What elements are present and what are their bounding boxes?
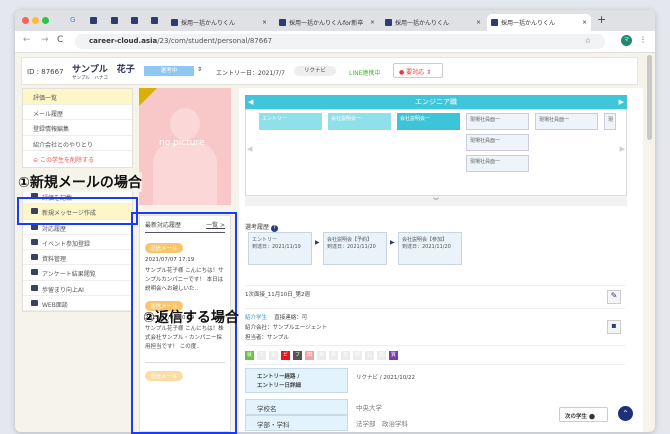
stage[interactable]: エントリー bbox=[259, 113, 322, 130]
document-icon bbox=[31, 254, 38, 261]
star-icon bbox=[139, 88, 157, 106]
menu-mail-history[interactable]: メール履歴 bbox=[23, 105, 132, 120]
alert-select[interactable]: ● 要対応 ⇕ bbox=[393, 63, 443, 78]
tag-chip[interactable]: ビ bbox=[281, 351, 290, 360]
tag-list: 就エ事ビフ田あ貴丈顔じ説質 bbox=[245, 350, 401, 360]
prev-icon[interactable]: ◀ bbox=[248, 95, 253, 109]
tag-chip[interactable]: フ bbox=[293, 351, 302, 360]
menu-web-interview[interactable]: WEB面談 bbox=[23, 296, 132, 312]
scrollbar[interactable] bbox=[647, 55, 652, 140]
faculty-value: 法学部 政治学科 bbox=[356, 420, 408, 428]
avatar[interactable]: マ bbox=[621, 35, 632, 46]
menu-yield-ai[interactable]: 歩留まり向上AI bbox=[23, 281, 132, 297]
stage[interactable]: 会社説明会一 bbox=[397, 113, 460, 130]
student-name: サンプル 花子 bbox=[72, 65, 135, 75]
stage[interactable]: 現場社員面一 bbox=[466, 113, 529, 130]
tag-chip[interactable]: エ bbox=[257, 351, 266, 360]
tab-bar: G 採用一括かんりくん × 採用一括かんりくんfor新卒 × 採用一括かんりくん × … bbox=[15, 10, 655, 31]
selection-history-title: 選考履歴 ? bbox=[245, 222, 278, 232]
history-step: エントリー 到達日：2021/11/19 bbox=[248, 232, 312, 265]
pipeline-header: ◀ エンジニア職 ▶ bbox=[245, 95, 627, 109]
profile-picture: no picture bbox=[139, 88, 231, 205]
delete-student-link[interactable]: ⊖ この学生を削除する bbox=[23, 151, 132, 167]
menu-icon[interactable]: ⋮ bbox=[639, 35, 647, 44]
tag-chip[interactable]: 事 bbox=[269, 351, 278, 360]
forward-icon[interactable]: → bbox=[41, 35, 49, 45]
menu-documents[interactable]: 資料管理 bbox=[23, 250, 132, 266]
chart-icon bbox=[31, 269, 38, 276]
menu-evaluations[interactable]: 評価一覧 bbox=[23, 89, 132, 105]
stage[interactable]: 会社説明会一 bbox=[328, 113, 391, 130]
help-icon: ? bbox=[270, 225, 278, 232]
line-status: LINE連携中 bbox=[349, 70, 381, 77]
tag-chip[interactable]: じ bbox=[365, 351, 374, 360]
star-icon: ☆ bbox=[584, 37, 591, 45]
url-input[interactable]: career-cloud.asia/23/com/student/persona… bbox=[75, 34, 605, 49]
faculty-label: 学部・学科 bbox=[245, 415, 348, 431]
scroll-top-button[interactable]: ⌃ bbox=[618, 406, 633, 421]
tab[interactable]: 採用一括かんりくんfor新卒 × bbox=[275, 14, 379, 31]
menu-agency[interactable]: 紹介会社とのやりとり bbox=[23, 136, 132, 151]
source-badge: リクナビ bbox=[294, 66, 336, 76]
stage[interactable]: 現場社員面一 bbox=[535, 113, 598, 130]
chat-icon[interactable]: ▪ bbox=[607, 320, 621, 334]
reload-icon[interactable]: C bbox=[57, 35, 63, 45]
pipeline-board: ◀ ▶ エントリー 会社説明会一 会社説明会一 現場社員面一 現場社員面一 現場… bbox=[245, 109, 627, 196]
scroll-left-icon[interactable]: ◀ bbox=[247, 145, 252, 153]
monitor-icon bbox=[31, 300, 38, 307]
tab[interactable]: 採用一括かんりくん × bbox=[167, 14, 271, 31]
tag-chip[interactable]: あ bbox=[317, 351, 326, 360]
menu-edit-info[interactable]: 登録情報編集 bbox=[23, 120, 132, 136]
school-name-label: 学校名 bbox=[245, 399, 348, 415]
menu-top: 評価一覧 メール履歴 登録情報編集 紹介会社とのやりとり ⊖ この学生を削除する bbox=[22, 88, 133, 168]
tag-chip[interactable]: 説 bbox=[377, 351, 386, 360]
tag-chip[interactable]: 田 bbox=[305, 351, 314, 360]
book-icon bbox=[31, 284, 38, 291]
tag-chip[interactable]: 貴 bbox=[329, 351, 338, 360]
history-step: 会社説明会【予約】 到達日：2021/11/20 bbox=[323, 232, 387, 265]
status-select[interactable]: 選考中 bbox=[144, 66, 194, 76]
tag-chip[interactable]: 質 bbox=[389, 351, 398, 360]
next-student-button[interactable]: 次の学生 ⬤ bbox=[559, 407, 608, 422]
expand-icon[interactable]: ︾ bbox=[245, 196, 627, 206]
tag-chip[interactable]: 丈 bbox=[341, 351, 350, 360]
annotation-new-mail: ①新規メールの場合 bbox=[18, 172, 142, 192]
camera-icon bbox=[31, 238, 38, 245]
back-icon[interactable]: ← bbox=[23, 35, 31, 45]
referral-info: 紹介学生 直接連絡：可 紹介会社：サンプルエージェント 担当者：サンプル bbox=[245, 315, 328, 341]
next-icon[interactable]: ▶ bbox=[619, 95, 624, 109]
highlight-box-new-message bbox=[17, 197, 138, 225]
history-step: 会社説明会【参加】 到達日：2021/11/20 bbox=[398, 232, 462, 265]
stage[interactable]: 現場社員面一 bbox=[466, 155, 529, 172]
tag-chip[interactable]: 就 bbox=[245, 351, 254, 360]
tag-chip[interactable]: 顔 bbox=[353, 351, 362, 360]
stage[interactable]: 現場社員面一 bbox=[466, 134, 529, 151]
google-tab-icon[interactable]: G bbox=[70, 16, 75, 24]
new-tab-button[interactable]: + bbox=[597, 13, 606, 26]
menu-survey[interactable]: アンケート結果閲覧 bbox=[23, 265, 132, 281]
annotation-reply: ②返信する場合 bbox=[143, 310, 239, 326]
scroll-right-icon[interactable]: ▶ bbox=[620, 145, 625, 153]
menu-event-registration[interactable]: イベント参加登録 bbox=[23, 235, 132, 251]
address-bar: ← → C career-cloud.asia/23/com/student/p… bbox=[15, 31, 655, 53]
tab[interactable]: 採用一括かんりくん × bbox=[381, 14, 485, 31]
tab-active[interactable]: 採用一括かんりくん × bbox=[487, 14, 591, 31]
main-panel: ◀ エンジニア職 ▶ ◀ ▶ エントリー 会社説明会一 会社説明会一 現場社員面一 … bbox=[239, 88, 643, 432]
entry-route-label: エントリー経路 / エントリー日詳細 bbox=[245, 368, 348, 393]
school-name-value: 中央大学 bbox=[356, 404, 382, 412]
edit-icon[interactable]: ✎ bbox=[607, 290, 621, 304]
student-header: ID : 87667 サンプル 花子 サンプル ハナコ 選考中 ⇕ エントリー日… bbox=[21, 57, 638, 85]
stage[interactable]: 現 bbox=[604, 113, 616, 130]
